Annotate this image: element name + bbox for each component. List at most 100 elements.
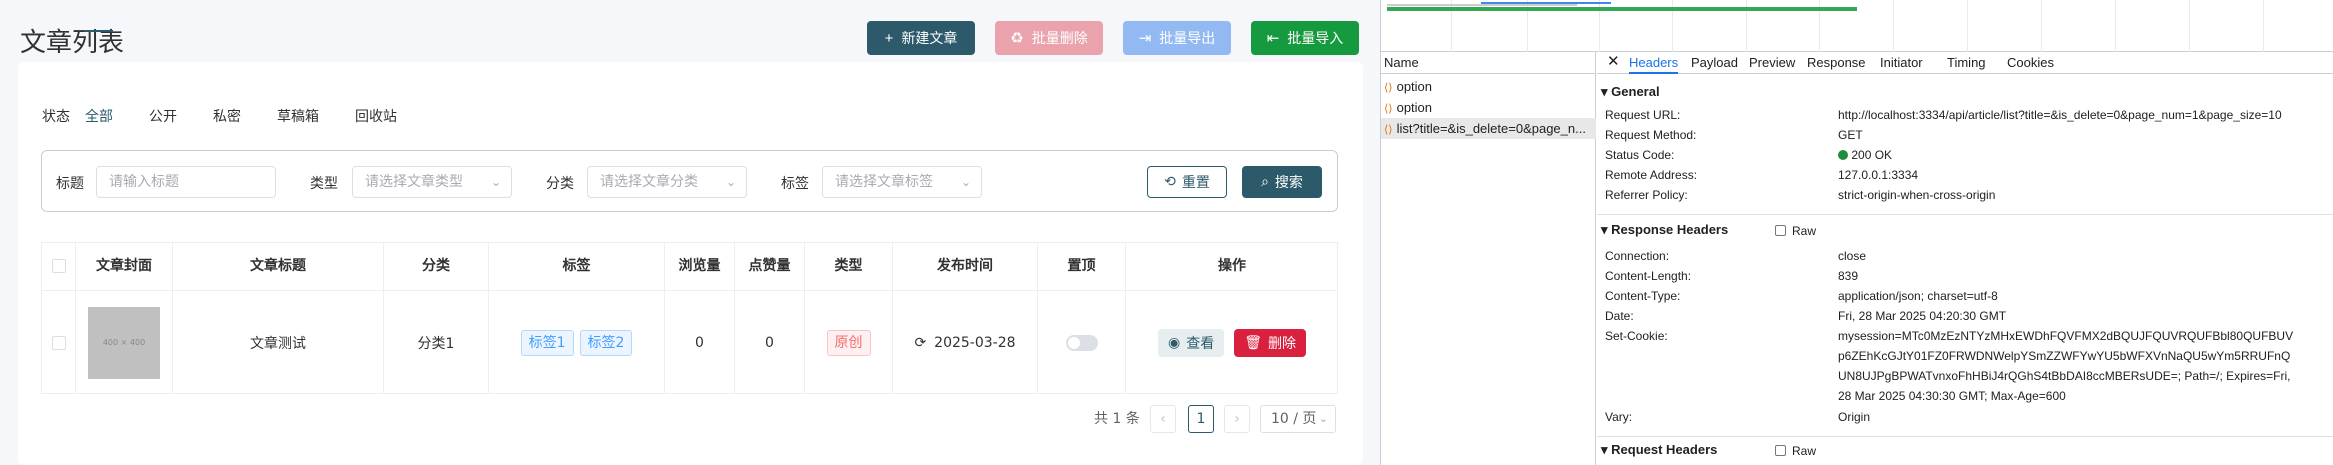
tab-preview[interactable]: Preview [1749,52,1795,74]
refresh-icon: ⟲ [1164,174,1176,190]
name-column-header[interactable]: Name [1381,52,1596,74]
tag-select[interactable]: 请选择文章标签 ⌄ [822,166,982,198]
column-header: 文章封面 [76,243,173,290]
delete-button[interactable]: 🗑 删除 [1234,328,1306,357]
page-title: 文章列表 [20,28,125,58]
request-headers-section[interactable]: ▾ Request Headers [1601,442,1717,458]
title-input[interactable]: 请输入标题 [96,166,276,198]
tag-select-placeholder: 请选择文章标签 [835,174,933,190]
tab-drafts[interactable]: 草稿箱 [277,106,319,126]
header-value: 839 [1838,269,1859,283]
request-name: list?title=&is_delete=0&page_n... [1396,121,1586,136]
header-key: Request Method: [1605,128,1697,142]
select-all-cell [42,243,76,290]
clock-icon: ⟳ [914,334,927,351]
pin-switch[interactable] [1065,334,1098,351]
triangle-down-icon: ▾ [1601,84,1608,99]
pagination-total: 共 1 条 [1094,411,1140,427]
tab-initiator[interactable]: Initiator [1880,52,1923,74]
tab-payload[interactable]: Payload [1691,52,1738,74]
recycle-icon: ♻ [1010,30,1024,47]
header-key: Connection: [1605,249,1670,263]
header-value: GET [1838,128,1863,142]
type-filter-label: 类型 [310,176,338,192]
raw-toggle[interactable]: Raw [1775,224,1816,238]
trash-icon: 🗑 [1244,334,1262,351]
tab-timing[interactable]: Timing [1947,52,1986,74]
status-value: 200 OK [1838,148,1892,162]
page-size-select[interactable]: 10 / 页 ⌄ [1260,405,1336,433]
article-table: 文章封面 文章标题 分类 标签 浏览量 点赞量 类型 发布时间 置顶 操作 40… [41,242,1338,394]
header-value: mysession=MTc0MzEzNTYzMHxEWDhFQVFMX2dBQU… [1838,329,2294,343]
tab-recycle-bin[interactable]: 回收站 [355,106,397,126]
search-button[interactable]: ⌕ 搜索 [1242,166,1322,198]
header-key: Remote Address: [1605,168,1698,182]
filter-bar: 标题 请输入标题 类型 请选择文章类型 ⌄ 分类 请选择文章分类 ⌄ 标签 请选… [41,150,1338,212]
category-select[interactable]: 请选择文章分类 ⌄ [587,166,747,198]
header-value: http://localhost:3334/api/article/list?t… [1838,108,2282,122]
header-value: Fri, 28 Mar 2025 04:20:30 GMT [1838,309,2007,323]
publish-time: 2025-03-28 [934,334,1016,351]
request-headers-heading: Request Headers [1611,442,1718,457]
column-header: 操作 [1218,258,1246,274]
tab-all[interactable]: 全部 [85,106,113,126]
batch-import-button[interactable]: ⇤ 批量导入 [1251,21,1359,55]
select-all-checkbox[interactable] [51,259,66,273]
request-row-selected[interactable]: ⟨⟩ list?title=&is_delete=0&page_n... [1381,118,1596,139]
fetch-icon: ⟨⟩ [1384,82,1393,94]
request-row[interactable]: ⟨⟩ option [1381,76,1596,97]
tab-cookies[interactable]: Cookies [2007,52,2054,74]
tab-response[interactable]: Response [1807,52,1866,74]
response-headers-section[interactable]: ▾ Response Headers [1601,222,1728,238]
raw-toggle[interactable]: Raw [1775,444,1816,458]
category-cell: 分类1 [384,290,489,394]
batch-import-label: 批量导入 [1287,30,1344,46]
page-size-value: 10 / 页 [1271,411,1317,427]
general-section[interactable]: ▾ General [1601,84,1660,100]
status-dot-icon [1838,150,1848,160]
app-page: 文章列表 + 新建文章 ♻ 批量删除 ⇥ 批量导出 ⇤ 批量导入 状态 全部 公… [0,0,1380,465]
header-key: Status Code: [1605,148,1675,162]
prev-page-button[interactable]: ‹ [1150,405,1176,433]
close-icon[interactable]: ✕ [1607,52,1620,74]
raw-checkbox[interactable] [1775,445,1786,456]
new-article-button[interactable]: + 新建文章 [867,21,975,55]
next-page-button[interactable]: › [1224,405,1250,433]
raw-checkbox[interactable] [1775,225,1786,236]
tab-headers[interactable]: Headers [1629,52,1679,74]
chevron-down-icon: ⌄ [725,175,736,189]
header-key: Vary: [1605,410,1633,424]
header-value: close [1838,249,1867,263]
network-overview[interactable] [1381,0,2333,52]
header-value: application/json; charset=utf-8 [1838,289,1998,303]
new-article-label: 新建文章 [901,30,958,46]
batch-export-button[interactable]: ⇥ 批量导出 [1123,21,1231,55]
category-select-placeholder: 请选择文章分类 [600,174,698,190]
type-select-placeholder: 请选择文章类型 [365,174,463,190]
request-row[interactable]: ⟨⟩ option [1381,97,1596,118]
fetch-icon: ⟨⟩ [1384,124,1393,136]
import-icon: ⇤ [1266,30,1280,47]
triangle-down-icon: ▾ [1601,442,1608,457]
view-button[interactable]: ◉ 查看 [1158,328,1225,357]
reset-button[interactable]: ⟲ 重置 [1147,166,1227,198]
type-select[interactable]: 请选择文章类型 ⌄ [352,166,512,198]
column-header: 点赞量 [735,243,805,290]
raw-label: Raw [1792,224,1817,238]
page-number-button[interactable]: 1 [1188,405,1214,433]
batch-export-label: 批量导出 [1159,30,1216,46]
tab-public[interactable]: 公开 [149,106,177,126]
batch-delete-button[interactable]: ♻ 批量删除 [995,21,1103,55]
chevron-down-icon: ⌄ [1318,412,1328,425]
reset-label: 重置 [1181,175,1210,191]
chevron-down-icon: ⌄ [960,175,971,189]
actions-cell: ◉ 查看 🗑 删除 [1126,290,1338,394]
row-checkbox[interactable] [51,335,66,350]
column-header: 分类 [384,243,489,290]
cover-image[interactable]: 400 × 400 [88,306,160,379]
tab-private[interactable]: 私密 [213,106,241,126]
timeline-bar [1387,7,1857,11]
column-header: 浏览量 [665,243,735,290]
title-filter-label: 标题 [56,176,84,192]
header-key: Content-Type: [1605,289,1681,303]
